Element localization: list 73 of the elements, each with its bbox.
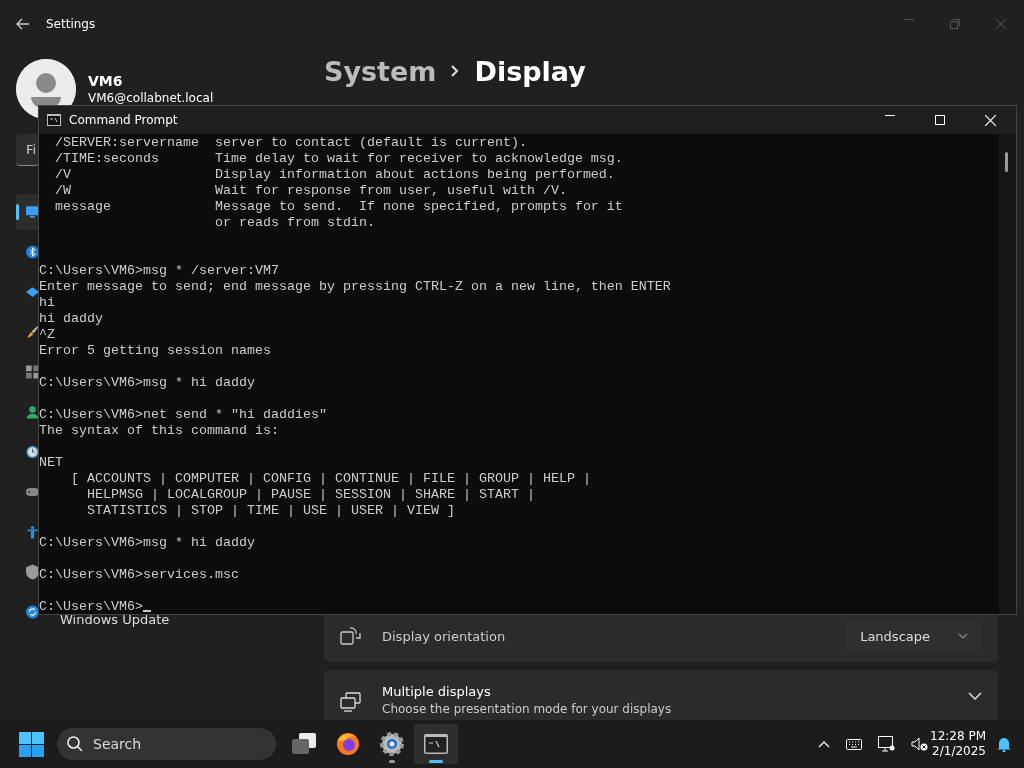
gear-icon xyxy=(379,731,405,757)
maximize-icon[interactable] xyxy=(935,114,945,125)
window-title: Settings xyxy=(46,17,96,31)
dropdown[interactable]: Landscape xyxy=(846,619,982,653)
terminal-line: /V Display information about actions being performed. xyxy=(54,167,615,182)
setting-card[interactable]: Multiple displays Choose the presentation mode for your displays xyxy=(324,670,998,720)
breadcrumb-item: Display xyxy=(474,55,586,87)
terminal-line: HELPMSG | LOCALGROUP | PAUSE | SESSION | SHARE | START | xyxy=(86,487,535,502)
terminal-line: C:\Users\VM6>services.msc xyxy=(39,567,239,582)
terminal-line: /TIME:seconds Time delay to wait for receiver to acknowledge msg. xyxy=(54,151,623,166)
bluetooth-icon xyxy=(26,244,39,260)
setting-label: Multiple displays xyxy=(382,684,492,700)
terminal-line: or reads from stdin. xyxy=(213,215,375,230)
speaker-muted-icon[interactable] xyxy=(911,737,928,751)
chevron-down-icon xyxy=(958,633,968,639)
terminal-line: hi xyxy=(39,295,55,310)
date-text: 2/1/2025 xyxy=(932,744,986,759)
controller-icon xyxy=(26,486,39,498)
minimize-icon[interactable] xyxy=(885,114,895,117)
setting-description: Choose the presentation mode for your displays xyxy=(382,702,672,717)
bell-icon[interactable] xyxy=(996,736,1012,752)
terminal-icon xyxy=(47,114,61,126)
taskbar-app[interactable] xyxy=(414,724,458,764)
terminal-line: STATISTICS | STOP | TIME | USE | USER | VIEW ] xyxy=(86,503,455,518)
terminal-line: The syntax of this command is: xyxy=(39,423,279,438)
network-icon[interactable] xyxy=(878,736,895,752)
scrollbar[interactable] xyxy=(999,134,1016,614)
accessibility-icon xyxy=(26,524,39,540)
terminal-line: /W Wait for response from user, useful with /V. xyxy=(54,183,567,198)
sidebar-label[interactable]: Windows Update xyxy=(60,611,170,627)
search-field[interactable]: Fi xyxy=(16,134,39,166)
update-icon xyxy=(26,604,39,620)
back-arrow-icon[interactable] xyxy=(16,18,30,30)
displays-icon xyxy=(340,692,362,712)
breadcrumb-item[interactable]: System xyxy=(324,55,437,87)
terminal-line: C:\Users\VM6>msg * hi daddy xyxy=(39,375,255,390)
scrollbar-thumb[interactable] xyxy=(1005,152,1008,172)
chevron-icon xyxy=(450,64,461,78)
clock[interactable]: 12:28 PM 2/1/2025 xyxy=(930,729,986,759)
terminal-line: message Message to send. If none specified, prompts for it xyxy=(54,199,623,214)
apps-icon xyxy=(26,364,39,380)
terminal-icon xyxy=(424,734,448,754)
time-text: 12:28 PM xyxy=(930,729,986,744)
chevron-down-icon[interactable] xyxy=(968,692,982,700)
chevron-up-icon[interactable] xyxy=(818,740,830,748)
clock-icon xyxy=(26,444,39,460)
terminal-line: ^Z xyxy=(39,327,55,342)
user-name: VM6 xyxy=(88,73,124,89)
monitor-icon xyxy=(26,205,39,219)
window-title: Command Prompt xyxy=(69,113,178,127)
task-view-icon xyxy=(291,733,317,755)
start-icon[interactable] xyxy=(19,731,44,757)
terminal-line: NET xyxy=(39,455,63,470)
person-icon xyxy=(26,404,39,420)
terminal-line: Enter message to send; end message by pressing CTRL-Z on a new line, then ENTER xyxy=(39,279,671,294)
sidebar-item[interactable] xyxy=(16,194,39,230)
terminal-line: C:\Users\VM6>msg * hi daddy xyxy=(39,535,255,550)
setting-label: Display orientation xyxy=(382,628,506,644)
terminal-line: hi daddy xyxy=(39,311,103,326)
shield-icon xyxy=(26,564,39,580)
terminal-line: C:\Users\VM6>net send * "hi daddies" xyxy=(39,407,327,422)
terminal-line: C:\Users\VM6>msg * /server:VM7 xyxy=(39,263,279,278)
terminal-line: Error 5 getting session names xyxy=(39,343,271,358)
search-field[interactable]: Search xyxy=(57,728,276,760)
browser-icon xyxy=(336,732,360,756)
rotate-screen-icon xyxy=(340,626,362,646)
terminal-line: [ ACCOUNTS | COMPUTER | CONFIG | CONTINUE | FILE | GROUP | HELP | xyxy=(70,471,591,486)
keyboard-icon[interactable] xyxy=(846,738,862,750)
user-email: VM6@collabnet.local xyxy=(88,91,214,105)
search-icon xyxy=(67,736,83,752)
terminal-line: /SERVER:servername server to contact (default is current). xyxy=(54,135,527,150)
brush-icon xyxy=(26,324,39,340)
terminal-line: C:\Users\VM6> xyxy=(39,599,143,614)
